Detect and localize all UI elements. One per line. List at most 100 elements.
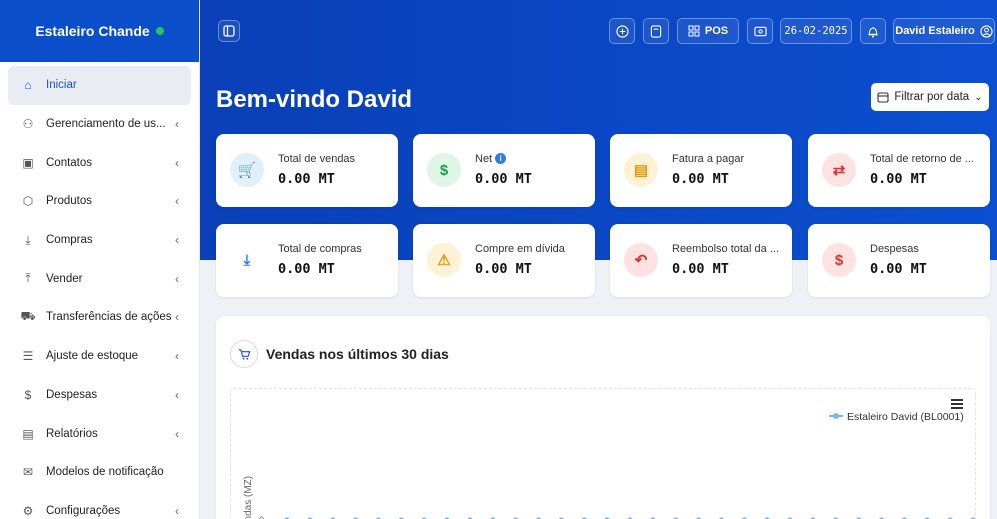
warning-icon: ⚠ (427, 243, 461, 277)
sidebar-item-label: Ajuste de estoque (46, 350, 139, 363)
database-icon: ☰ (22, 349, 34, 364)
filter-label: Filtrar por data (894, 91, 970, 103)
sidebar-item-2[interactable]: ▣ Contatos ‹ (8, 143, 191, 182)
bell-icon (868, 26, 878, 38)
stat-value: 0.00 MT (870, 261, 927, 277)
legend-marker (833, 413, 839, 419)
stat-label-text: Total de vendas (278, 153, 356, 165)
sidebar-item-5[interactable]: ⤒ Vender ‹ (8, 259, 191, 298)
sidebar-item-label: Gerenciamento de us... (46, 118, 166, 131)
stat-card: ⚠ Compre em dívida 0.00 MT (413, 224, 595, 297)
sidebar-item-9[interactable]: ▤ Relatórios ‹ (8, 414, 191, 453)
chevron-down-icon: ⌄ (974, 91, 983, 103)
dollar-icon: $ (24, 387, 32, 402)
chevron-left-icon: ‹ (175, 117, 179, 132)
stat-label-text: Reembolso total da ... (672, 243, 780, 255)
brand-header[interactable]: Estaleiro Chande (0, 0, 199, 62)
cart-icon (230, 340, 258, 368)
plus-circle-icon (615, 24, 629, 38)
stat-card: 🛒 Total de vendas 0.00 MT (216, 134, 398, 207)
stat-card: $ Despesas 0.00 MT (808, 224, 990, 297)
current-date: 26-02-2025 (784, 25, 848, 37)
stat-label: Net i (475, 153, 590, 165)
panel-header: Vendas nos últimos 30 dias (230, 340, 449, 368)
page-title: Bem-vindo David (216, 86, 413, 113)
stat-label-text: Fatura a pagar (672, 153, 745, 165)
toggle-sidebar-button[interactable] (218, 20, 240, 42)
sidebar-item-label: Modelos de notificação (46, 466, 164, 479)
grid-icon (688, 25, 700, 37)
download-icon: ⤓ (230, 243, 264, 277)
add-button[interactable] (609, 18, 635, 44)
sidebar-item-label: Iniciar (46, 79, 77, 92)
sidebar-item-10[interactable]: ✉ Modelos de notificação (8, 453, 191, 492)
exchange-icon: ⇄ (822, 153, 856, 187)
sidebar-item-label: Contatos (46, 156, 93, 169)
stat-card: ⤓ Total de compras 0.00 MT (216, 224, 398, 297)
info-icon[interactable]: i (495, 153, 507, 164)
money-icon: $ (822, 243, 856, 277)
stat-label-text: Despesas (870, 243, 919, 255)
sidebar-item-label: Configurações (46, 504, 121, 517)
mail-icon: ✉ (22, 465, 34, 480)
sidebar-item-4[interactable]: ⤓ Compras ‹ (8, 221, 191, 260)
sidebar-menu: ⌂ Iniciar ⚇ Gerenciamento de us... ‹ ▣ Contato… (0, 62, 199, 519)
report-icon: ▤ (22, 426, 34, 441)
stat-label: Despesas (870, 243, 985, 255)
stat-label-text: Total de retorno de ... (870, 153, 974, 165)
sidebar-item-6[interactable]: ⛟ Transferências de ações ‹ (8, 298, 191, 337)
calculator-icon (650, 24, 662, 38)
top-bar: POS 26-02-2025 David Estaleiro (200, 0, 997, 62)
stat-card: ↶ Reembolso total da ... 0.00 MT (610, 224, 792, 297)
stat-value: 0.00 MT (278, 171, 335, 187)
truck-icon: ⛟ (20, 309, 36, 324)
sidebar-item-0[interactable]: ⌂ Iniciar (8, 66, 191, 105)
filter-by-date-button[interactable]: Filtrar por data ⌄ (871, 83, 989, 111)
chart-menu-icon[interactable] (951, 399, 963, 409)
chevron-left-icon: ‹ (175, 426, 179, 441)
calendar-icon (877, 92, 889, 103)
stat-card: ▤ Fatura a pagar 0.00 MT (610, 134, 792, 207)
y-tick-label: 0 (259, 515, 264, 519)
cart-icon: 🛒 (230, 153, 264, 187)
cash-icon (753, 26, 767, 36)
calculator-button[interactable] (643, 18, 669, 44)
chevron-left-icon: ‹ (175, 194, 179, 209)
sidebar-item-8[interactable]: $ Despesas ‹ (8, 376, 191, 415)
sidebar-item-7[interactable]: ☰ Ajuste de estoque ‹ (8, 337, 191, 376)
cash-button[interactable] (747, 18, 773, 44)
stat-value: 0.00 MT (475, 171, 532, 187)
sidebar-item-1[interactable]: ⚇ Gerenciamento de us... ‹ (8, 105, 191, 144)
pos-button[interactable]: POS (677, 18, 739, 44)
notifications-button[interactable] (860, 18, 886, 44)
stat-label: Compre em dívida (475, 243, 590, 255)
sidebar-item-3[interactable]: ⬡ Produtos ‹ (8, 182, 191, 221)
stat-value: 0.00 MT (672, 261, 729, 277)
refund-icon: ↶ (624, 243, 658, 277)
box-icon: ⬡ (22, 194, 34, 209)
panel-title: Vendas nos últimos 30 dias (266, 346, 449, 362)
sidebar-item-label: Vender (46, 272, 83, 285)
user-menu-button[interactable]: David Estaleiro (893, 18, 995, 44)
stat-label: Reembolso total da ... (672, 243, 787, 255)
invoice-icon: ▤ (624, 153, 658, 187)
download-icon: ⤓ (25, 232, 31, 247)
stat-label-text: Total de compras (278, 243, 362, 255)
home-icon: ⌂ (24, 78, 32, 93)
stat-label: Total de retorno de ... (870, 153, 985, 165)
brand-name: Estaleiro Chande (35, 23, 150, 39)
date-display[interactable]: 26-02-2025 (780, 18, 852, 44)
stat-card: $ Net i 0.00 MT (413, 134, 595, 207)
chevron-left-icon: ‹ (175, 349, 179, 364)
chevron-left-icon: ‹ (175, 310, 179, 325)
sidebar-item-label: Relatórios (46, 427, 98, 440)
stat-value: 0.00 MT (278, 261, 335, 277)
gear-icon: ⚙ (22, 503, 34, 518)
pos-label: POS (704, 25, 729, 37)
stat-label-text: Compre em dívida (475, 243, 565, 255)
stat-value: 0.00 MT (672, 171, 729, 187)
user-name: David Estaleiro (895, 25, 975, 37)
sales-chart-panel: Vendas nos últimos 30 dias Estaleiro Dav… (216, 316, 990, 519)
contacts-icon: ▣ (22, 155, 34, 170)
sidebar-item-11[interactable]: ⚙ Configurações ‹ (8, 492, 191, 519)
